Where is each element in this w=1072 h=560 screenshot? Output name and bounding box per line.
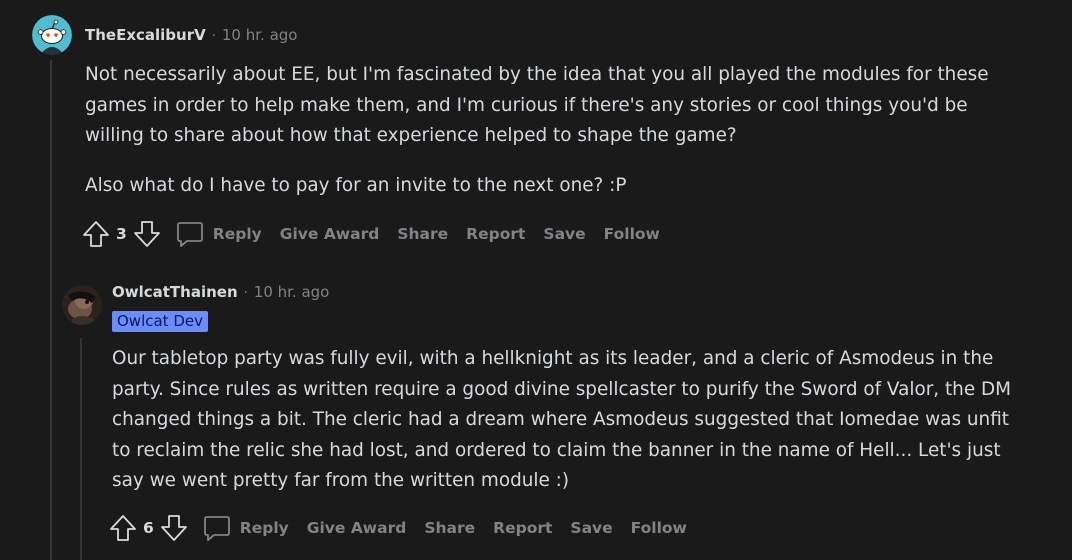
reply-button[interactable]: Reply (202, 513, 307, 543)
comment-bubble-icon (175, 219, 205, 249)
username-link[interactable]: TheExcaliburV (85, 26, 206, 44)
snoo-avatar-icon (32, 15, 72, 55)
timestamp[interactable]: 10 hr. ago (254, 283, 330, 301)
thread-line-outer[interactable] (50, 60, 52, 560)
save-button[interactable]: Save (543, 225, 585, 243)
comment-body: Not necessarily about EE, but I'm fascin… (85, 60, 1015, 201)
upvote-icon[interactable] (109, 513, 137, 543)
vote-count: 3 (116, 225, 127, 243)
follow-button[interactable]: Follow (631, 519, 687, 537)
timestamp[interactable]: 10 hr. ago (222, 26, 298, 44)
avatar[interactable] (62, 285, 102, 325)
comment-paragraph: Also what do I have to pay for an invite… (85, 174, 627, 196)
avatar[interactable] (32, 15, 72, 55)
vote-count: 6 (143, 519, 154, 537)
reply-label: Reply (239, 519, 289, 537)
save-button[interactable]: Save (570, 519, 612, 537)
separator-dot: · (243, 286, 248, 301)
give-award-button[interactable]: Give Award (280, 225, 380, 243)
comment-paragraph: Not necessarily about EE, but I'm fascin… (85, 64, 989, 146)
comment-paragraph: Our tabletop party was fully evil, with … (112, 348, 1012, 491)
comment-bubble-icon (202, 513, 232, 543)
downvote-icon[interactable] (160, 513, 188, 543)
user-flair-badge: Owlcat Dev (112, 311, 208, 332)
thread-line-inner[interactable] (80, 338, 82, 560)
share-button[interactable]: Share (397, 225, 448, 243)
comment-meta: OwlcatThainen · 10 hr. ago (112, 283, 329, 301)
comment-body: Our tabletop party was fully evil, with … (112, 344, 1017, 497)
upvote-icon[interactable] (82, 219, 110, 249)
separator-dot: · (211, 29, 216, 44)
report-button[interactable]: Report (493, 519, 552, 537)
comment-meta: TheExcaliburV · 10 hr. ago (85, 26, 297, 44)
comment-actions: 3 Reply Give Award Share Report Save Fol… (82, 217, 678, 251)
reply-button[interactable]: Reply (175, 219, 280, 249)
give-award-button[interactable]: Give Award (307, 519, 407, 537)
share-button[interactable]: Share (424, 519, 475, 537)
username-link[interactable]: OwlcatThainen (112, 283, 238, 301)
user-avatar-icon (62, 285, 102, 325)
downvote-icon[interactable] (133, 219, 161, 249)
follow-button[interactable]: Follow (604, 225, 660, 243)
comment-actions: 6 Reply Give Award Share Report Save Fol… (109, 511, 705, 545)
report-button[interactable]: Report (466, 225, 525, 243)
reply-label: Reply (212, 225, 262, 243)
